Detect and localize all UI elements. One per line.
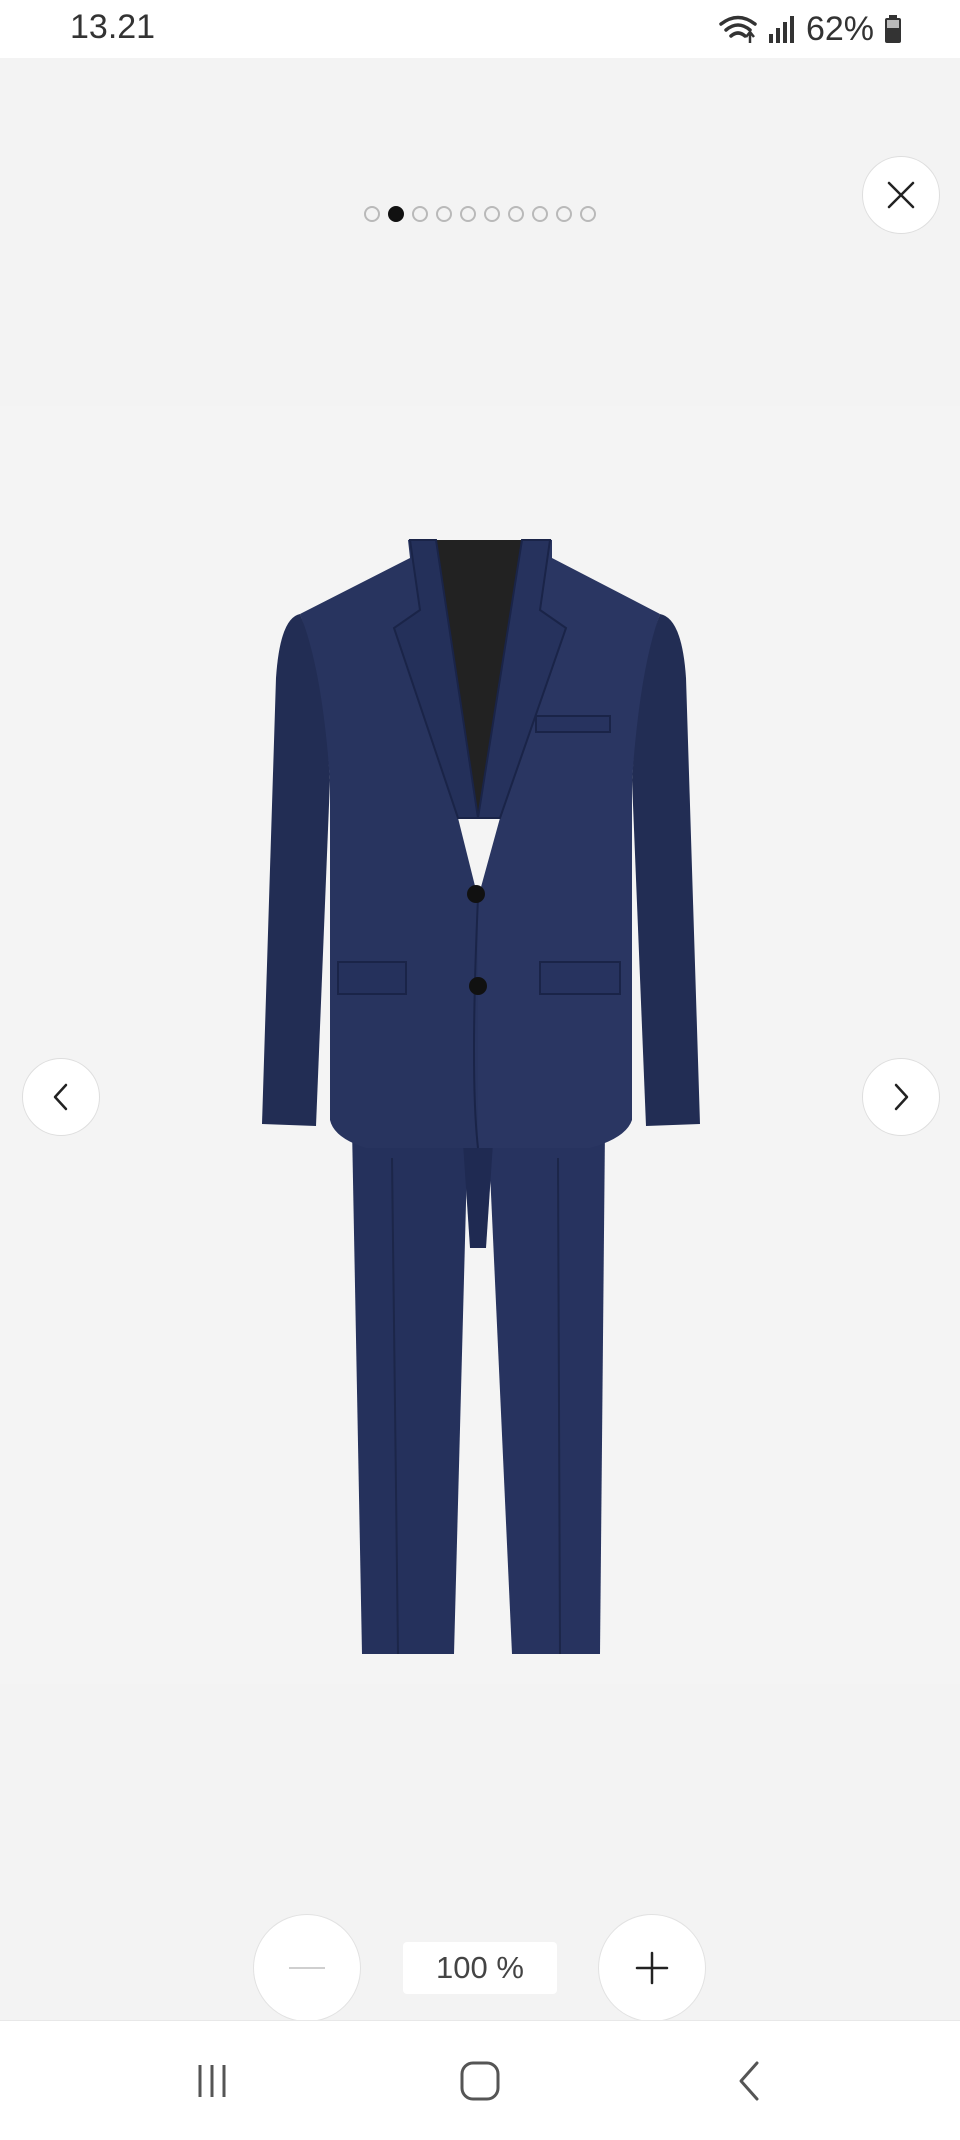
previous-image-button[interactable] [22,1058,100,1136]
navy-suit-image [262,539,700,1655]
status-time: 13.21 [70,8,156,46]
battery-percentage: 62% [805,9,874,48]
home-button[interactable] [440,2051,520,2111]
next-image-button[interactable] [862,1058,940,1136]
pagination-dot[interactable] [484,206,500,222]
pagination-dot[interactable] [532,206,548,222]
home-icon [460,2061,500,2101]
zoom-level-label: 100 % [403,1942,557,1994]
status-bar: 13.21 62% [0,0,960,58]
wifi-icon [719,15,757,43]
minus-icon [289,1967,325,1969]
product-photo[interactable] [0,406,960,1684]
status-icons: 62% [718,8,902,50]
signal-icon [768,16,794,43]
pagination-dot[interactable] [412,206,428,222]
image-pagination-dots [0,206,960,222]
image-viewer: 100 % [0,58,960,2022]
pagination-dot[interactable] [556,206,572,222]
back-button[interactable] [710,2051,790,2111]
pagination-dot[interactable] [508,206,524,222]
pagination-dot[interactable] [580,206,596,222]
chevron-left-icon [53,1083,68,1111]
close-button[interactable] [862,156,940,234]
pagination-dot[interactable] [436,206,452,222]
chevron-right-icon [894,1083,909,1111]
zoom-out-button[interactable] [253,1914,361,2022]
back-icon [739,2061,759,2101]
zoom-in-button[interactable] [598,1914,706,2022]
battery-icon [885,15,901,43]
recents-icon [198,2065,226,2097]
recents-button[interactable] [172,2051,252,2111]
pagination-dot[interactable] [364,206,380,222]
system-navigation-bar [0,2020,960,2140]
plus-icon [635,1951,669,1985]
pagination-dot-active[interactable] [388,206,404,222]
pagination-dot[interactable] [460,206,476,222]
close-icon [887,181,915,209]
